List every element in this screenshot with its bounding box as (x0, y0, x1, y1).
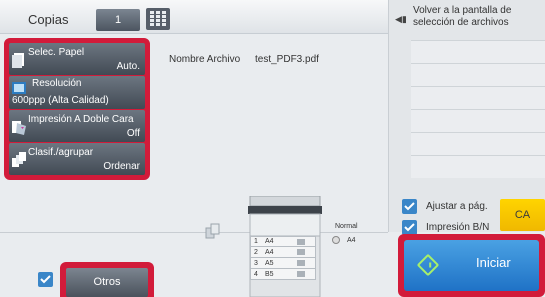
paper-select-label: Selec. Papel (28, 47, 85, 58)
top-bar: Copias 1 (0, 0, 388, 34)
back-to-file-selection-label: Volver a la pantalla de selección de arc… (413, 5, 512, 28)
file-name-label: Nombre Archivo (169, 54, 241, 65)
fit-page-label: Ajustar a pág. (426, 201, 488, 212)
duplex-label: Impresión A Doble Cara (28, 113, 134, 125)
bypass-tray-icon[interactable] (332, 236, 340, 244)
tray-row[interactable]: 4 B5 (250, 269, 316, 280)
copies-label: Copias (28, 12, 69, 27)
right-panel-list (411, 40, 545, 180)
divider (0, 232, 388, 233)
tray-row[interactable]: 3 A5 (250, 258, 316, 269)
paper-trays: 1 A4 2 A4 3 A5 4 B5 (250, 236, 316, 280)
others-highlight: Otros (60, 262, 154, 297)
sort-group-label: Clasif./agrupar (28, 146, 94, 158)
others-button[interactable]: Otros (66, 268, 148, 297)
resolution-label: Resolución (32, 78, 82, 90)
resolution-value: 600ppp (Alta Calidad) (12, 94, 109, 106)
sort-icon (12, 151, 26, 167)
original-document-icon (205, 223, 220, 239)
tray-indicator (297, 238, 305, 245)
bypass-type-label: Normal (335, 223, 358, 230)
start-icon (416, 253, 440, 277)
keypad-button[interactable] (146, 8, 170, 30)
copies-count-field[interactable]: 1 (96, 9, 140, 31)
tray-indicator (297, 260, 305, 266)
paper-select-value: Auto. (116, 61, 140, 73)
duplex-icon (12, 120, 26, 135)
sort-group-value: Ordenar (103, 161, 140, 172)
paper-select-button[interactable]: Selec. Papel Auto. (9, 43, 145, 76)
settings-panel: Selec. Papel Auto. Resolución 600ppp (Al… (4, 38, 150, 180)
keypad-icon (150, 11, 166, 26)
paper-icon (12, 53, 24, 68)
tray-row[interactable]: 1 A4 (250, 236, 316, 247)
others-checkbox[interactable] (38, 272, 53, 287)
file-name-value: test_PDF3.pdf (255, 54, 319, 65)
fit-page-checkbox[interactable] (402, 199, 417, 214)
clear-all-button[interactable]: CA (500, 199, 545, 231)
resolution-button[interactable]: Resolución 600ppp (Alta Calidad) (9, 76, 145, 109)
bw-print-checkbox[interactable] (402, 220, 417, 235)
bypass-size-label: A4 (347, 237, 356, 244)
check-icon (404, 223, 415, 232)
check-icon (40, 275, 51, 284)
bw-print-label: Impresión B/N (426, 222, 490, 233)
start-label: Iniciar (476, 255, 511, 270)
start-button[interactable]: Iniciar (404, 240, 539, 291)
list-item (411, 63, 545, 86)
back-arrow-icon: ◀▮ (395, 14, 407, 24)
tray-row[interactable]: 2 A4 (250, 247, 316, 258)
sort-group-button[interactable]: Clasif./agrupar Ordenar (9, 142, 145, 175)
list-item (411, 86, 545, 109)
right-panel: ◀▮ Volver a la pantalla de selección de … (388, 0, 545, 232)
tray-indicator (297, 249, 305, 255)
duplex-value: Off (126, 127, 140, 139)
tray-indicator (297, 271, 305, 277)
list-item (411, 155, 545, 178)
list-item (411, 109, 545, 132)
list-item (411, 132, 545, 155)
list-item (411, 40, 545, 63)
duplex-button[interactable]: Impresión A Doble Cara Off (9, 109, 145, 142)
start-highlight: Iniciar (398, 234, 545, 297)
back-to-file-selection-button[interactable]: ◀▮ Volver a la pantalla de selección de … (389, 0, 545, 40)
check-icon (404, 202, 415, 211)
